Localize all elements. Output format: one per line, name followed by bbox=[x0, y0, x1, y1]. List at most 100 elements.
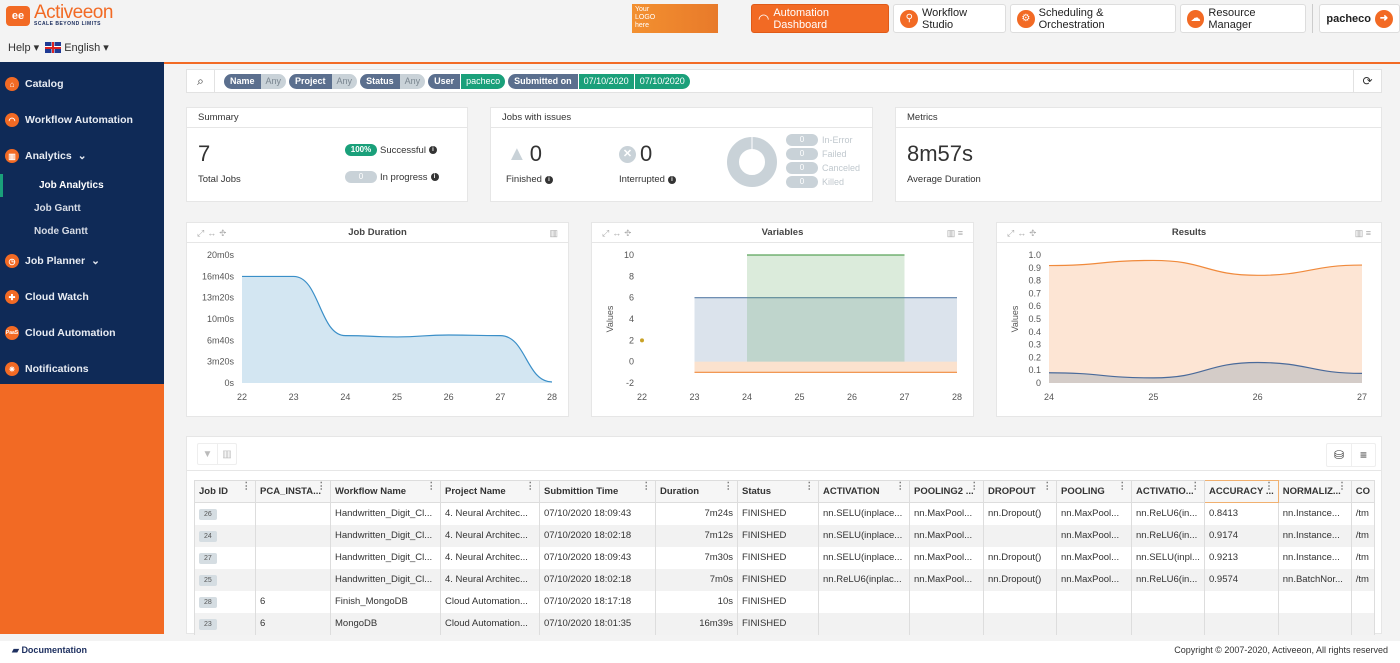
sidebar-item-cloud-watch[interactable]: ✚ Cloud Watch bbox=[0, 279, 164, 315]
chart-options-icons[interactable]: ▥ ≡ bbox=[947, 223, 963, 243]
table-cell bbox=[255, 502, 331, 525]
filter-icon[interactable]: ▼ bbox=[198, 444, 217, 464]
table-row[interactable]: 26 Handwritten_Digit_Cl... 4. Neural Archi… bbox=[194, 502, 1376, 525]
sidebar-item-job-planner[interactable]: ◷ Job Planner ⌄ bbox=[0, 243, 164, 279]
filter-project[interactable]: Project Any bbox=[289, 73, 358, 89]
sidebar-item-job-analytics[interactable]: Job Analytics bbox=[0, 174, 164, 197]
column-menu-icon[interactable]: ⋮ bbox=[526, 482, 536, 493]
logout-arrow-icon: ➜ bbox=[1375, 9, 1393, 28]
y-tick-label: 0.1 bbox=[1028, 365, 1041, 375]
search-icon[interactable]: ⌕ bbox=[187, 70, 215, 92]
column-header[interactable]: PCA_INSTA... ⋮ bbox=[255, 480, 331, 503]
column-header[interactable]: ACTIVATION ⋮ bbox=[818, 480, 910, 503]
sidebar-item-workflow-automation[interactable]: ◠ Workflow Automation bbox=[0, 102, 164, 138]
column-header[interactable]: CO bbox=[1350, 480, 1376, 503]
sidebar-label: Catalog bbox=[25, 78, 64, 90]
info-icon[interactable]: i bbox=[667, 175, 676, 184]
table-cell: 07/10/2020 18:17:18 bbox=[539, 590, 656, 613]
column-menu-icon[interactable]: ⋮ bbox=[427, 482, 437, 493]
table-cell: 7m24s bbox=[655, 502, 738, 525]
in-progress-stat: 0 In progress i bbox=[345, 171, 439, 183]
chart-tools[interactable]: ⤢↔✥ bbox=[602, 223, 634, 243]
column-menu-icon[interactable]: ⋮ bbox=[1043, 482, 1053, 493]
sidebar-item-node-gantt[interactable]: Node Gantt bbox=[0, 220, 164, 243]
help-menu[interactable]: Help ▾ bbox=[8, 41, 39, 54]
column-header[interactable]: Job ID ⋮ bbox=[194, 480, 256, 503]
column-menu-icon[interactable]: ⋮ bbox=[1191, 482, 1201, 493]
info-icon[interactable]: i bbox=[428, 146, 437, 154]
automation-dashboard-button[interactable]: ◠ Automation Dashboard bbox=[751, 4, 890, 33]
column-header[interactable]: NORMALIZ... ⋮ bbox=[1277, 480, 1352, 503]
sidebar-item-cloud-automation[interactable]: PaaS Cloud Automation bbox=[0, 315, 164, 351]
column-header[interactable]: ACCURACY ... ⋮ bbox=[1204, 480, 1279, 503]
column-menu-icon[interactable]: ⋮ bbox=[317, 482, 327, 493]
refresh-icon[interactable]: ⟳ bbox=[1353, 70, 1381, 92]
column-header[interactable]: Status ⋮ bbox=[737, 480, 819, 503]
table-cell bbox=[909, 590, 984, 613]
filter-submitted-on[interactable]: Submitted on 07/10/2020 07/10/2020 bbox=[508, 73, 690, 89]
sidebar-item-notifications[interactable]: ✷ Notifications bbox=[0, 351, 164, 387]
table-cell: FINISHED bbox=[737, 590, 819, 613]
chart-options-icons[interactable]: ▥ ≡ bbox=[1355, 223, 1371, 243]
filter-user[interactable]: User pacheco bbox=[428, 73, 506, 89]
column-menu-icon[interactable]: ⋮ bbox=[1264, 482, 1274, 493]
table-row[interactable]: 25 Handwritten_Digit_Cl... 4. Neural Archi… bbox=[194, 568, 1376, 591]
user-logout-button[interactable]: pacheco ➜ bbox=[1319, 4, 1400, 33]
chart-tools[interactable]: ⤢↔✥ bbox=[1007, 223, 1039, 243]
scheduling-orchestration-button[interactable]: ⚙ Scheduling & Orchestration bbox=[1010, 4, 1176, 33]
column-header[interactable]: Submittion Time ⋮ bbox=[539, 480, 656, 503]
brand-name: Activeeon bbox=[34, 2, 113, 23]
job-id-badge[interactable]: 25 bbox=[199, 574, 217, 586]
job-id-badge[interactable]: 24 bbox=[199, 530, 217, 542]
column-menu-icon[interactable]: ⋮ bbox=[1118, 482, 1128, 493]
column-menu-icon[interactable]: ⋮ bbox=[970, 482, 980, 493]
bell-icon: ✷ bbox=[5, 362, 19, 376]
resource-manager-button[interactable]: ☁ Resource Manager bbox=[1179, 4, 1307, 33]
table-cell: nn.ReLU6(in... bbox=[1131, 502, 1205, 525]
column-menu-icon[interactable]: ⋮ bbox=[1337, 482, 1347, 493]
column-header[interactable]: POOLING2 ... ⋮ bbox=[909, 480, 984, 503]
table-row[interactable]: 27 Handwritten_Digit_Cl... 4. Neural Archi… bbox=[194, 546, 1376, 569]
job-id-badge[interactable]: 23 bbox=[199, 618, 217, 630]
card-title: Summary bbox=[187, 108, 467, 128]
filter-status[interactable]: Status Any bbox=[360, 73, 426, 89]
chart-add-icon[interactable]: ▥ bbox=[217, 444, 236, 464]
column-menu-icon[interactable]: ⋮ bbox=[896, 482, 906, 493]
column-header[interactable]: Workflow Name ⋮ bbox=[330, 480, 441, 503]
table-row[interactable]: 24 Handwritten_Digit_Cl... 4. Neural Archi… bbox=[194, 524, 1376, 547]
column-header[interactable]: ACTIVATIO... ⋮ bbox=[1131, 480, 1205, 503]
table-cell: 4. Neural Architec... bbox=[440, 568, 540, 591]
column-header[interactable]: POOLING ⋮ bbox=[1056, 480, 1132, 503]
sidebar-item-catalog[interactable]: ⌂ Catalog bbox=[0, 66, 164, 102]
sidebar-item-job-gantt[interactable]: Job Gantt bbox=[0, 197, 164, 220]
sidebar-item-analytics[interactable]: ▥ Analytics ⌄ bbox=[0, 138, 164, 174]
activeeon-logo[interactable]: ee Activeeon SCALE BEYOND LIMITS bbox=[6, 2, 113, 27]
info-icon[interactable]: i bbox=[430, 173, 439, 181]
job-id-badge[interactable]: 28 bbox=[199, 596, 217, 608]
column-header[interactable]: Project Name ⋮ bbox=[440, 480, 540, 503]
info-icon[interactable]: i bbox=[544, 175, 553, 184]
table-row[interactable]: 28 6 Finish_MongoDB Cloud Automation... 07/1… bbox=[194, 590, 1376, 613]
documentation-link[interactable]: ▰ Documentation bbox=[12, 645, 87, 656]
column-menu-icon[interactable]: ⋮ bbox=[724, 482, 734, 493]
gauge-icon: ◠ bbox=[5, 113, 19, 127]
filter-name[interactable]: Name Any bbox=[224, 73, 287, 89]
bar-chart-icon[interactable]: ▥ bbox=[549, 223, 558, 243]
column-menu-icon[interactable]: ⋮ bbox=[805, 482, 815, 493]
language-menu[interactable]: English ▾ bbox=[45, 41, 109, 54]
column-menu-icon[interactable]: ⋮ bbox=[242, 482, 252, 493]
export-icon[interactable]: ⛁ bbox=[1327, 444, 1351, 466]
workflow-studio-button[interactable]: ⚲ Workflow Studio bbox=[893, 4, 1007, 33]
job-id-badge[interactable]: 26 bbox=[199, 508, 217, 520]
menu-icon[interactable]: ≡ bbox=[1351, 444, 1375, 466]
filter-key: Status bbox=[360, 73, 400, 89]
column-header[interactable]: DROPOUT ⋮ bbox=[983, 480, 1057, 503]
filter-key: Project bbox=[289, 73, 332, 89]
column-header[interactable]: Duration ⋮ bbox=[655, 480, 738, 503]
table-cell: 4. Neural Architec... bbox=[440, 546, 540, 569]
chart-tools[interactable]: ⤢↔✥ bbox=[197, 223, 229, 243]
killed-count: 0 bbox=[786, 176, 818, 188]
table-row[interactable]: 23 6 MongoDB Cloud Automation... 07/10/2020 … bbox=[194, 612, 1376, 635]
column-menu-icon[interactable]: ⋮ bbox=[642, 482, 652, 493]
job-id-badge[interactable]: 27 bbox=[199, 552, 217, 564]
